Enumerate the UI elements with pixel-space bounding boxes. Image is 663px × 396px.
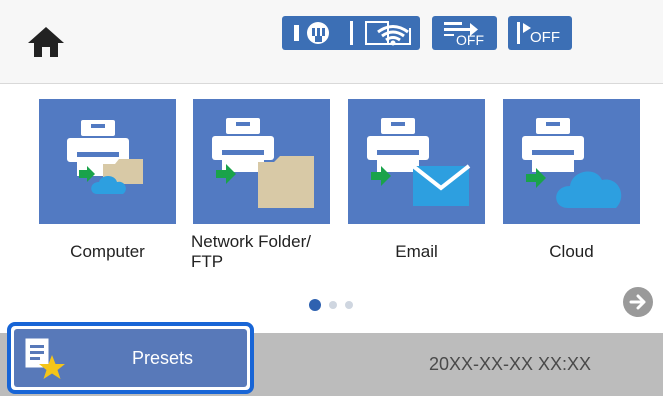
presets-label: Presets	[131, 347, 194, 368]
presets-button[interactable]: Presets	[7, 322, 254, 394]
network-folder-icon	[211, 117, 314, 208]
status-bar: OFF OFF	[0, 0, 663, 84]
tile-label-email: Email	[395, 242, 438, 261]
wifi-icon	[365, 21, 411, 46]
tile-email[interactable]: Email	[348, 99, 485, 261]
cloud-scan-icon	[521, 117, 621, 208]
home-button[interactable]	[24, 22, 68, 62]
ethernet-icon	[294, 22, 329, 44]
fax-status[interactable]: OFF	[508, 16, 572, 50]
page-dot-1	[309, 299, 321, 311]
tile-label-computer: Computer	[70, 242, 145, 261]
tile-network-folder[interactable]: Network Folder/ FTP	[191, 99, 330, 271]
transfer-status[interactable]: OFF	[432, 16, 497, 50]
tile-label-cloud: Cloud	[549, 242, 594, 261]
tile-label-network-folder: Network Folder/ FTP	[191, 232, 311, 271]
network-status[interactable]	[282, 16, 420, 50]
computer-scan-icon	[66, 119, 143, 194]
fax-off-label: OFF	[530, 29, 560, 46]
tile-cloud[interactable]: Cloud	[503, 99, 640, 261]
page-indicator	[309, 299, 353, 311]
tile-computer[interactable]: Computer	[39, 99, 176, 261]
page-dot-3	[345, 301, 353, 309]
datetime-display: 20XX-XX-XX XX:XX	[428, 354, 592, 374]
arrow-right-icon	[629, 294, 646, 310]
transfer-off-label: OFF	[456, 32, 484, 48]
page-dot-2	[329, 301, 337, 309]
home-icon	[28, 27, 64, 57]
presets-star-icon	[25, 338, 65, 379]
email-scan-icon	[366, 117, 470, 206]
next-page-button[interactable]	[623, 287, 653, 317]
